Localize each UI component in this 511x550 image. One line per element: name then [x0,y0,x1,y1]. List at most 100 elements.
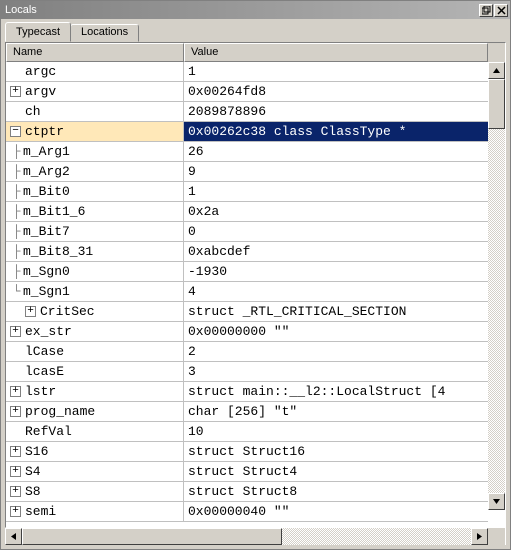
scroll-thumb[interactable] [488,79,505,129]
cell-value[interactable]: 1 [184,62,488,82]
cell-value[interactable]: struct Struct8 [184,482,488,502]
table-row[interactable]: lCase2 [6,342,488,362]
expand-icon[interactable]: + [10,86,21,97]
cell-value[interactable]: 0x00000040 "" [184,502,488,522]
grid: Name Value argc1+argv0x00264fd8ch2089878… [5,42,506,528]
vertical-scrollbar[interactable] [488,62,505,510]
cell-value[interactable]: char [256] "t" [184,402,488,422]
cell-value[interactable]: -1930 [184,262,488,282]
scroll-left-button[interactable] [5,528,22,545]
cell-name[interactable]: +semi [6,502,184,522]
cell-value[interactable]: 4 [184,282,488,302]
cell-value[interactable]: 0x00262c38 class ClassType * [184,122,488,142]
expand-icon[interactable]: + [10,406,21,417]
tab-locations[interactable]: Locations [70,24,139,42]
expand-icon[interactable]: + [25,306,36,317]
expand-icon[interactable]: + [10,326,21,337]
cell-value[interactable]: 10 [184,422,488,442]
titlebar-buttons [478,4,508,17]
scroll-up-button[interactable] [488,62,505,79]
scroll-track[interactable] [22,528,471,545]
table-row[interactable]: └m_Sgn14 [6,282,488,302]
table-row[interactable]: ├m_Bit7 0 [6,222,488,242]
cell-value[interactable]: 2089878896 [184,102,488,122]
table-row[interactable]: RefVal10 [6,422,488,442]
collapse-icon[interactable]: − [10,126,21,137]
scroll-down-button[interactable] [488,493,505,510]
table-row[interactable]: +CritSecstruct _RTL_CRITICAL_SECTION [6,302,488,322]
cell-name[interactable]: └m_Sgn1 [6,282,184,302]
expand-icon[interactable]: + [10,506,21,517]
column-header-name[interactable]: Name [6,43,184,62]
cell-value[interactable]: struct Struct16 [184,442,488,462]
scroll-right-button[interactable] [471,528,488,545]
table-row[interactable]: +ex_str0x00000000 "" [6,322,488,342]
table-row[interactable]: +lstrstruct main::__l2::LocalStruct [4 [6,382,488,402]
cell-name[interactable]: −ctptr [6,122,184,142]
cell-name[interactable]: ch [6,102,184,122]
cell-name[interactable]: +CritSec [6,302,184,322]
cell-value[interactable]: 26 [184,142,488,162]
cell-name[interactable]: ├m_Bit8_31 [6,242,184,262]
scroll-track[interactable] [488,79,505,493]
cell-value[interactable]: 0 [184,222,488,242]
cell-value[interactable]: struct Struct4 [184,462,488,482]
scroll-thumb[interactable] [22,528,282,545]
table-row[interactable]: ├m_Bit01 [6,182,488,202]
cell-name[interactable]: argc [6,62,184,82]
cell-value[interactable]: 2 [184,342,488,362]
cell-name[interactable]: ├m_Bit0 [6,182,184,202]
cell-value[interactable]: 3 [184,362,488,382]
variable-name: m_Bit1_6 [23,204,85,219]
table-row[interactable]: argc1 [6,62,488,82]
cell-name[interactable]: +S4 [6,462,184,482]
cell-name[interactable]: +S16 [6,442,184,462]
table-row[interactable]: +argv0x00264fd8 [6,82,488,102]
cell-name[interactable]: ├m_Bit1_6 [6,202,184,222]
table-row[interactable]: ├m_Arg29 [6,162,488,182]
cell-name[interactable]: +prog_name [6,402,184,422]
table-row[interactable]: ├m_Arg126 [6,142,488,162]
table-row[interactable]: lcasE3 [6,362,488,382]
table-row[interactable]: +semi0x00000040 "" [6,502,488,522]
cell-name[interactable]: lCase [6,342,184,362]
cell-name[interactable]: RefVal [6,422,184,442]
cell-value[interactable]: 0x00000000 "" [184,322,488,342]
dock-button[interactable] [479,4,493,17]
table-row[interactable]: +S16struct Struct16 [6,442,488,462]
cell-value[interactable]: 0xabcdef [184,242,488,262]
tab-typecast[interactable]: Typecast [5,22,71,42]
table-row[interactable]: ├m_Bit1_60x2a [6,202,488,222]
cell-name[interactable]: ├m_Sgn0 [6,262,184,282]
cell-value[interactable]: struct _RTL_CRITICAL_SECTION [184,302,488,322]
cell-name[interactable]: ├m_Bit7 [6,222,184,242]
grid-body[interactable]: argc1+argv0x00264fd8ch2089878896−ctptr0x… [6,62,488,527]
expand-icon[interactable]: + [10,386,21,397]
cell-value[interactable]: 9 [184,162,488,182]
cell-name[interactable]: ├m_Arg2 [6,162,184,182]
cell-value[interactable]: 1 [184,182,488,202]
cell-value[interactable]: 0x00264fd8 [184,82,488,102]
cell-name[interactable]: lcasE [6,362,184,382]
expand-icon[interactable]: + [10,486,21,497]
close-button[interactable] [494,4,508,17]
expand-icon[interactable]: + [10,446,21,457]
cell-value[interactable]: 0x2a [184,202,488,222]
table-row[interactable]: +S4struct Struct4 [6,462,488,482]
cell-value[interactable]: struct main::__l2::LocalStruct [4 [184,382,488,402]
table-row[interactable]: ├m_Bit8_310xabcdef [6,242,488,262]
horizontal-scrollbar[interactable] [5,528,506,545]
cell-name[interactable]: ├m_Arg1 [6,142,184,162]
table-row[interactable]: +S8struct Struct8 [6,482,488,502]
cell-name[interactable]: +lstr [6,382,184,402]
table-row[interactable]: ├m_Sgn0-1930 [6,262,488,282]
expand-icon[interactable]: + [10,466,21,477]
column-header-value[interactable]: Value [184,43,488,62]
cell-name[interactable]: +argv [6,82,184,102]
variable-value: 0 [188,224,196,239]
table-row[interactable]: +prog_namechar [256] "t" [6,402,488,422]
table-row[interactable]: ch2089878896 [6,102,488,122]
table-row[interactable]: −ctptr0x00262c38 class ClassType * [6,122,488,142]
cell-name[interactable]: +S8 [6,482,184,502]
cell-name[interactable]: +ex_str [6,322,184,342]
